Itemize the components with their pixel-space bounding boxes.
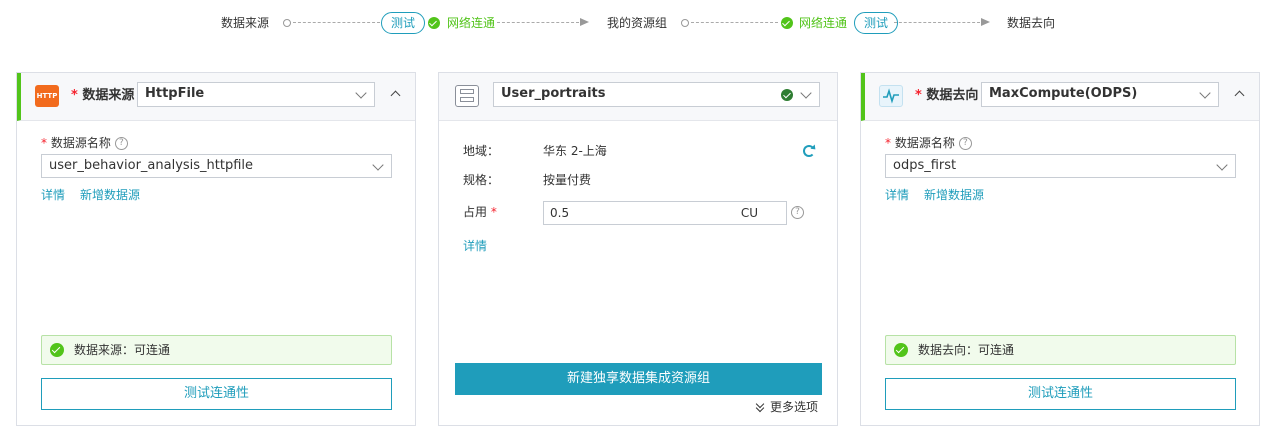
help-icon[interactable]: ? <box>791 206 804 219</box>
spec-value: 按量付费 <box>543 173 592 187</box>
flow-dash <box>894 22 980 23</box>
more-options-toggle[interactable]: 更多选项 <box>755 399 818 415</box>
odps-logo-icon <box>879 85 903 107</box>
target-label-text: 数据去向 <box>926 88 979 103</box>
chevron-down-icon <box>355 87 367 99</box>
target-status-banner: 数据去向：可连通 <box>885 335 1236 365</box>
check-circle-icon <box>781 89 793 101</box>
source-new-ds-link[interactable]: 新增数据源 <box>80 187 140 203</box>
resource-group-value: User_portraits <box>501 86 606 101</box>
target-ds-name-label: * 数据源名称? <box>885 135 972 151</box>
chevron-down-icon <box>1199 87 1211 99</box>
source-status-text: 数据来源：可连通 <box>74 343 171 357</box>
flow-arrow-icon <box>981 18 990 26</box>
flow-arrow-icon <box>580 18 589 26</box>
create-resource-group-button[interactable]: 新建独享数据集成资源组 <box>455 363 822 395</box>
source-detail-link[interactable]: 详情 <box>41 187 65 203</box>
source-ds-name-value: user_behavior_analysis_httpfile <box>49 158 254 173</box>
required-mark: * <box>490 205 497 219</box>
occupy-label: 占用 * <box>463 204 497 220</box>
source-ds-name-select[interactable]: user_behavior_analysis_httpfile <box>41 154 392 178</box>
resource-group-select[interactable]: User_portraits <box>493 82 820 107</box>
occupy-input[interactable]: 0.5 CU <box>543 201 787 225</box>
resource-group-panel: User_portraits 地域： 华东 2-上海 规格： 按量付费 占用 *… <box>438 72 838 426</box>
collapse-up-icon[interactable] <box>1234 90 1245 101</box>
check-circle-icon <box>894 343 908 357</box>
source-panel: HTTP * 数据来源 HttpFile * 数据源名称? user_behav… <box>16 72 416 426</box>
required-mark: * <box>915 88 922 103</box>
chevron-down-icon <box>800 87 812 99</box>
source-ds-name-text: 数据源名称 <box>50 136 111 150</box>
refresh-icon[interactable] <box>803 145 815 157</box>
flow-step-source: 数据来源 <box>221 16 270 30</box>
pulse-icon <box>883 88 899 104</box>
source-status-banner: 数据来源：可连通 <box>41 335 392 365</box>
region-label: 地域： <box>463 144 500 158</box>
flow-step-target: 数据去向 <box>1007 16 1056 30</box>
occupy-unit: CU <box>740 206 758 220</box>
required-mark: * <box>71 88 78 103</box>
source-type-value: HttpFile <box>145 86 205 101</box>
required-mark: * <box>41 136 47 150</box>
target-panel: * 数据去向 MaxCompute(ODPS) * 数据源名称? odps_fi… <box>860 72 1260 426</box>
chevron-down-icon <box>1216 159 1228 171</box>
region-value: 华东 2-上海 <box>543 144 607 158</box>
target-test-connectivity-button[interactable]: 测试连通性 <box>885 378 1236 410</box>
flow-test-button-target[interactable]: 测试 <box>854 12 899 34</box>
target-ds-name-text: 数据源名称 <box>894 136 955 150</box>
flow-check-icon <box>428 17 440 29</box>
occupy-value: 0.5 <box>550 206 570 220</box>
target-label: * 数据去向 <box>915 86 978 106</box>
double-chevron-down-icon <box>755 402 765 412</box>
source-panel-header: HTTP * 数据来源 HttpFile <box>17 73 415 121</box>
source-ds-name-label: * 数据源名称? <box>41 135 128 151</box>
flow-network-status-2: 网络连通 <box>799 16 848 30</box>
resource-group-icon <box>455 85 479 107</box>
flow-network-status-1: 网络连通 <box>447 16 496 30</box>
help-icon[interactable]: ? <box>114 137 128 150</box>
source-label-text: 数据来源 <box>82 88 135 103</box>
flow-dash <box>691 22 778 23</box>
resource-detail-link[interactable]: 详情 <box>463 238 487 254</box>
flow-step-resource: 我的资源组 <box>607 16 668 30</box>
source-test-connectivity-button[interactable]: 测试连通性 <box>41 378 392 410</box>
flow-bar: 数据来源 测试 网络连通 我的资源组 网络连通 测试 数据去向 <box>0 0 1278 44</box>
source-label: * 数据来源 <box>71 86 134 106</box>
target-type-value: MaxCompute(ODPS) <box>989 86 1138 101</box>
chevron-down-icon <box>372 159 384 171</box>
more-options-text: 更多选项 <box>770 400 819 414</box>
flow-dash <box>293 22 380 23</box>
occupy-label-text: 占用 <box>463 205 488 219</box>
target-type-select[interactable]: MaxCompute(ODPS) <box>981 82 1219 107</box>
help-icon[interactable]: ? <box>958 137 972 150</box>
check-circle-icon <box>50 343 64 357</box>
target-ds-name-value: odps_first <box>893 158 957 173</box>
target-status-text: 数据去向：可连通 <box>918 343 1015 357</box>
required-mark: * <box>885 136 891 150</box>
spec-label: 规格： <box>463 173 500 187</box>
flow-node-empty-icon <box>681 19 689 27</box>
flow-test-button-source[interactable]: 测试 <box>381 12 426 34</box>
target-panel-header: * 数据去向 MaxCompute(ODPS) <box>861 73 1259 121</box>
flow-dash <box>497 22 579 23</box>
flow-node-empty-icon <box>283 19 291 27</box>
target-detail-link[interactable]: 详情 <box>885 187 909 203</box>
collapse-up-icon[interactable] <box>390 90 401 101</box>
target-ds-name-select[interactable]: odps_first <box>885 154 1236 178</box>
resource-panel-header: User_portraits <box>439 73 837 121</box>
target-new-ds-link[interactable]: 新增数据源 <box>924 187 984 203</box>
http-logo-icon: HTTP <box>35 85 59 107</box>
flow-check-icon <box>781 17 793 29</box>
source-type-select[interactable]: HttpFile <box>137 82 375 107</box>
